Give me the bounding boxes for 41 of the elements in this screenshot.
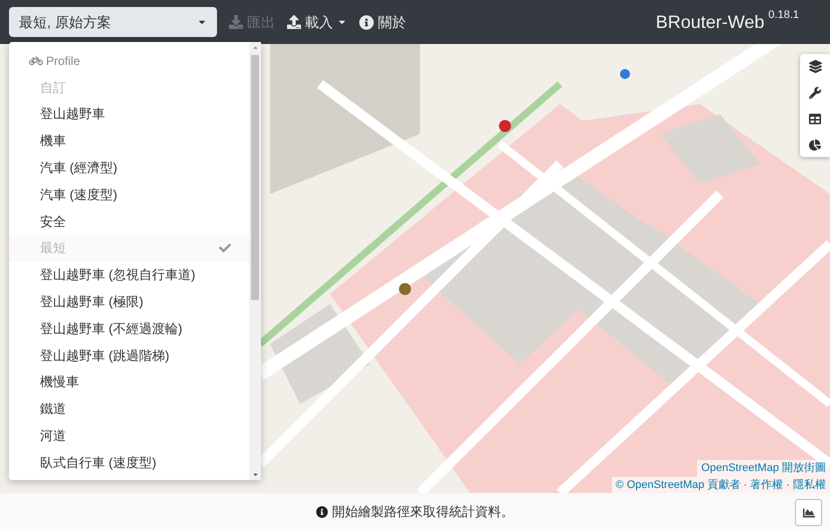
version-label: 0.18.1 [768, 8, 799, 22]
info-icon [316, 506, 328, 518]
menu-header: Profile [46, 53, 80, 70]
load-button[interactable]: 載入 [287, 12, 347, 32]
table-icon[interactable] [809, 113, 821, 125]
download-icon [229, 15, 243, 29]
map-marker-icon [620, 69, 630, 79]
profile-select[interactable]: 最短, 原始方案 [9, 7, 217, 37]
wrench-icon[interactable] [809, 87, 821, 99]
scrollbar-thumb[interactable] [251, 55, 259, 300]
area-chart-icon [802, 506, 814, 518]
info-icon [359, 14, 374, 30]
elevation-chart-button[interactable] [795, 499, 822, 526]
attribution-text: © OpenStreetMap 貢獻者 · 著作權 · 隱私權 [612, 476, 830, 493]
layers-icon[interactable] [808, 60, 822, 73]
profile-option[interactable]: 鐵道 [9, 396, 249, 422]
profile-option[interactable]: 汽車 (經濟型) [9, 154, 249, 182]
profile-option[interactable]: 登山越野車 (極限) [9, 288, 249, 316]
profile-option[interactable]: 登山越野車 (忽視自行車道) [9, 262, 249, 288]
profile-option[interactable]: 河道 [9, 422, 249, 450]
footer-message: 開始繪製路徑來取得統計資料。 [332, 503, 514, 522]
profile-option[interactable]: 機慢車 [9, 368, 249, 396]
bicycle-icon [29, 54, 43, 68]
profile-option[interactable]: 登山越野車 (跳過階梯) [9, 342, 249, 369]
map-marker-icon [499, 120, 511, 132]
check-icon [219, 242, 231, 254]
profile-option[interactable]: 汽車 (速度型) [9, 181, 249, 208]
scroll-down-icon [252, 471, 258, 478]
scrollbar[interactable] [249, 42, 261, 480]
map-marker-icon [399, 283, 411, 295]
profile-option[interactable]: 臥式自行車 (速度型) [9, 449, 249, 476]
attribution-link[interactable]: OpenStreetMap 開放街圖 [697, 460, 830, 476]
profile-option[interactable]: 登山越野車 (不經過渡輪) [9, 315, 249, 342]
pie-chart-icon[interactable] [809, 139, 821, 151]
profile-option[interactable]: 機車 [9, 128, 249, 154]
profile-option[interactable]: 登山越野車 [9, 100, 249, 128]
app-title: BRouter-Web [656, 10, 764, 34]
profile-option[interactable]: 安全 [9, 208, 249, 235]
about-button[interactable]: 關於 [359, 12, 406, 32]
upload-icon [287, 15, 301, 29]
scroll-up-icon [252, 44, 258, 51]
